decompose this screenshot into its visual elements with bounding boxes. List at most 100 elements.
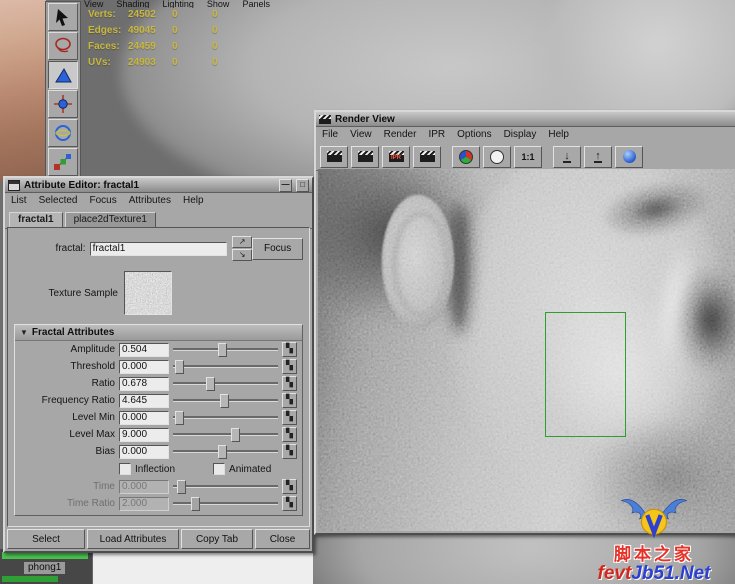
menu-render[interactable]: Render (384, 129, 417, 143)
animated-checkbox[interactable] (213, 463, 225, 475)
hud-uvs-label: UVs: (88, 55, 128, 71)
map-texture-button[interactable]: ▚ (282, 393, 297, 408)
render-globals-button[interactable] (615, 146, 643, 168)
render-view-titlebar[interactable]: Render View (316, 112, 735, 127)
rendered-eye-shadow (596, 172, 716, 246)
map-texture-button[interactable]: ▚ (282, 410, 297, 425)
map-texture-button[interactable]: ▚ (282, 376, 297, 391)
phong1-swatch-label[interactable]: phong1 (24, 562, 65, 574)
attr-slider[interactable] (173, 359, 278, 374)
rendered-image-area[interactable] (318, 169, 735, 531)
close-button[interactable]: Close (255, 529, 310, 549)
map-texture-button[interactable]: ▚ (282, 342, 297, 357)
keep-image-icon: ↓ (563, 151, 571, 163)
attr-value-field[interactable]: 4.645 (119, 394, 169, 408)
menu-list[interactable]: List (11, 195, 27, 209)
menu-attributes[interactable]: Attributes (129, 195, 171, 209)
menu-ipr[interactable]: IPR (428, 129, 445, 143)
menu-selected[interactable]: Selected (39, 195, 78, 209)
attribute-editor-tabbar: fractal1 place2dTexture1 (5, 209, 312, 229)
attr-value-field[interactable]: 0.000 (119, 411, 169, 425)
map-texture-button[interactable]: ▚ (282, 479, 297, 494)
hud-verts-col2: 0 (172, 7, 212, 23)
hypershade-work-area[interactable] (92, 549, 313, 584)
slider-handle[interactable] (218, 343, 227, 357)
attr-slider[interactable] (173, 444, 278, 459)
attr-slider[interactable] (173, 427, 278, 442)
ipr-render-button[interactable]: IPR (382, 146, 410, 168)
attr-row-level-max: Level Max 9.000 ▚ (15, 426, 302, 443)
map-texture-button[interactable]: ▚ (282, 496, 297, 511)
alpha-channel-button[interactable] (483, 146, 511, 168)
attr-value-field[interactable]: 9.000 (119, 428, 169, 442)
fractal-attributes-header[interactable]: ▼ Fractal Attributes (15, 325, 302, 341)
menu-help[interactable]: Help (183, 195, 204, 209)
rotate-tool-button[interactable] (48, 119, 78, 147)
attr-value-field[interactable]: 0.678 (119, 377, 169, 391)
render-current-frame-button[interactable] (320, 146, 348, 168)
refresh-ipr-image-button[interactable] (413, 146, 441, 168)
slider-handle[interactable] (206, 377, 215, 391)
texture-sample-swatch[interactable] (124, 271, 172, 315)
keep-image-button[interactable]: ↓ (553, 146, 581, 168)
menu-help[interactable]: Help (548, 129, 569, 143)
rendered-ear-ridge (392, 211, 450, 317)
attr-slider[interactable] (173, 393, 278, 408)
rgb-channels-button[interactable] (452, 146, 480, 168)
hud-uvs-col2: 0 (172, 55, 212, 71)
slider-handle[interactable] (231, 428, 240, 442)
output-connections-icon[interactable]: ↗ (232, 236, 252, 248)
menu-focus[interactable]: Focus (89, 195, 116, 209)
attr-slider[interactable] (173, 410, 278, 425)
fractal-attributes-section: ▼ Fractal Attributes Amplitude 0.504 ▚ T… (14, 324, 303, 516)
attribute-editor-titlebar[interactable]: Attribute Editor: fractal1 — □ (5, 178, 312, 193)
slider-handle[interactable] (220, 394, 229, 408)
scale-tool-button[interactable] (48, 148, 78, 176)
slider-track[interactable] (173, 382, 278, 385)
attr-value-field[interactable]: 0.504 (119, 343, 169, 357)
menu-panels[interactable]: Panels (242, 0, 270, 8)
slider-handle[interactable] (175, 360, 184, 374)
focus-button[interactable]: Focus (252, 238, 303, 260)
attr-slider[interactable] (173, 342, 278, 357)
hud-row-edges: Edges: 49045 0 0 (88, 23, 242, 39)
slider-track[interactable] (173, 365, 278, 368)
maximize-icon[interactable]: □ (296, 179, 309, 192)
tab-place2dtexture1[interactable]: place2dTexture1 (65, 212, 156, 228)
paint-select-tool-button[interactable] (48, 61, 78, 89)
load-attributes-button[interactable]: Load Attributes (87, 529, 179, 549)
render-region-marquee[interactable] (545, 312, 626, 437)
fractal-noise-overlay (318, 169, 735, 531)
attr-value-field[interactable]: 0.000 (119, 360, 169, 374)
lasso-icon (51, 35, 75, 57)
menu-display[interactable]: Display (504, 129, 537, 143)
ipr-label: IPR (389, 155, 404, 162)
menu-options[interactable]: Options (457, 129, 491, 143)
tab-fractal1[interactable]: fractal1 (9, 212, 63, 228)
hypershade-highlight-bar-2 (2, 576, 58, 582)
menu-view[interactable]: View (350, 129, 372, 143)
inflection-checkbox[interactable] (119, 463, 131, 475)
move-tool-button[interactable] (48, 90, 78, 118)
slider-track[interactable] (173, 433, 278, 436)
map-texture-button[interactable]: ▚ (282, 444, 297, 459)
input-connections-icon[interactable]: ↘ (232, 249, 252, 261)
minimize-icon[interactable]: — (279, 179, 292, 192)
remove-image-button[interactable]: ↑ (584, 146, 612, 168)
map-texture-button[interactable]: ▚ (282, 359, 297, 374)
slider-handle[interactable] (218, 445, 227, 459)
remove-image-icon: ↑ (594, 151, 602, 163)
node-name-field[interactable]: fractal1 (90, 242, 228, 256)
select-button[interactable]: Select (7, 529, 85, 549)
select-tool-button[interactable] (48, 3, 78, 31)
map-texture-button[interactable]: ▚ (282, 427, 297, 442)
redo-previous-render-button[interactable] (351, 146, 379, 168)
attr-value-field[interactable]: 0.000 (119, 445, 169, 459)
lasso-tool-button[interactable] (48, 32, 78, 60)
slider-track[interactable] (173, 416, 278, 419)
real-size-button[interactable]: 1:1 (514, 146, 542, 168)
slider-handle[interactable] (175, 411, 184, 425)
attr-slider[interactable] (173, 376, 278, 391)
copy-tab-button[interactable]: Copy Tab (181, 529, 253, 549)
menu-file[interactable]: File (322, 129, 338, 143)
